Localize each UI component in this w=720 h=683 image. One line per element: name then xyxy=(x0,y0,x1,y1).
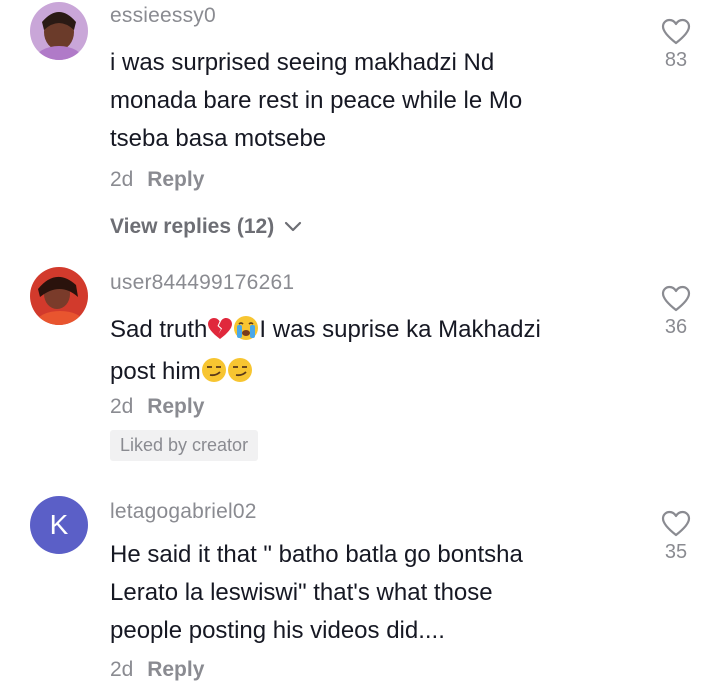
comment-text-line: people posting his videos did.... xyxy=(110,617,445,644)
comment-text-segment: post him xyxy=(110,358,201,385)
chevron-down-icon xyxy=(284,215,302,239)
comment-time: 2d xyxy=(110,658,134,681)
comment-text: He said it that " batho batla go bontsha… xyxy=(110,536,630,650)
comment-meta: 2d Reply xyxy=(110,395,204,419)
crying-face-emoji xyxy=(233,315,259,353)
comment-meta: 2d Reply xyxy=(110,168,204,192)
like-count: 35 xyxy=(664,541,688,563)
avatar[interactable]: K xyxy=(30,496,88,554)
like-count: 83 xyxy=(664,49,688,71)
comment-text: Sad truth I was suprise ka Makhadzi post … xyxy=(110,311,630,395)
broken-heart-emoji xyxy=(207,315,233,353)
view-replies-label: View replies (12) xyxy=(110,215,275,238)
heart-outline-icon xyxy=(654,18,698,45)
comment-text: i was surprised seeing makhadzi Nd monad… xyxy=(110,44,630,158)
comment-meta: 2d Reply xyxy=(110,658,204,682)
comment-text-line: Lerato la leswiswi" that's what those xyxy=(110,579,493,606)
like-button[interactable]: 83 xyxy=(654,18,698,72)
comment-text-segment: I was suprise ka Makhadzi xyxy=(259,316,541,343)
heart-outline-icon xyxy=(654,285,698,312)
heart-outline-icon xyxy=(654,510,698,537)
comment-time: 2d xyxy=(110,168,134,191)
comment-text-line: monada bare rest in peace while le Mo xyxy=(110,87,523,114)
like-count: 36 xyxy=(664,316,688,338)
comment-text-line: He said it that " batho batla go bontsha xyxy=(110,541,523,568)
like-button[interactable]: 35 xyxy=(654,510,698,564)
reply-button[interactable]: Reply xyxy=(147,395,204,418)
avatar-letter: K xyxy=(49,509,69,540)
smirking-face-emoji xyxy=(201,357,227,395)
comment-text-line: tseba basa motsebe xyxy=(110,125,327,152)
comment-text-line: Sad truth I was suprise ka Makhadzi xyxy=(110,311,630,353)
avatar[interactable] xyxy=(30,2,88,60)
comment-username[interactable]: essieessy0 xyxy=(110,4,216,28)
comment-text-line: i was surprised seeing makhadzi Nd xyxy=(110,49,495,76)
liked-by-creator-badge: Liked by creator xyxy=(110,430,259,461)
comment-text-segment: Sad truth xyxy=(110,316,208,343)
comment-text-line: post him xyxy=(110,353,630,395)
like-button[interactable]: 36 xyxy=(654,285,698,339)
smirking-face-emoji xyxy=(227,357,253,395)
reply-button[interactable]: Reply xyxy=(147,168,204,191)
avatar[interactable] xyxy=(30,267,88,325)
comment-username[interactable]: letagogabriel02 xyxy=(110,500,257,524)
comment-username[interactable]: user844499176261 xyxy=(110,271,294,295)
comment-time: 2d xyxy=(110,395,134,418)
reply-button[interactable]: Reply xyxy=(147,658,204,681)
view-replies-button[interactable]: View replies (12) xyxy=(110,215,302,239)
